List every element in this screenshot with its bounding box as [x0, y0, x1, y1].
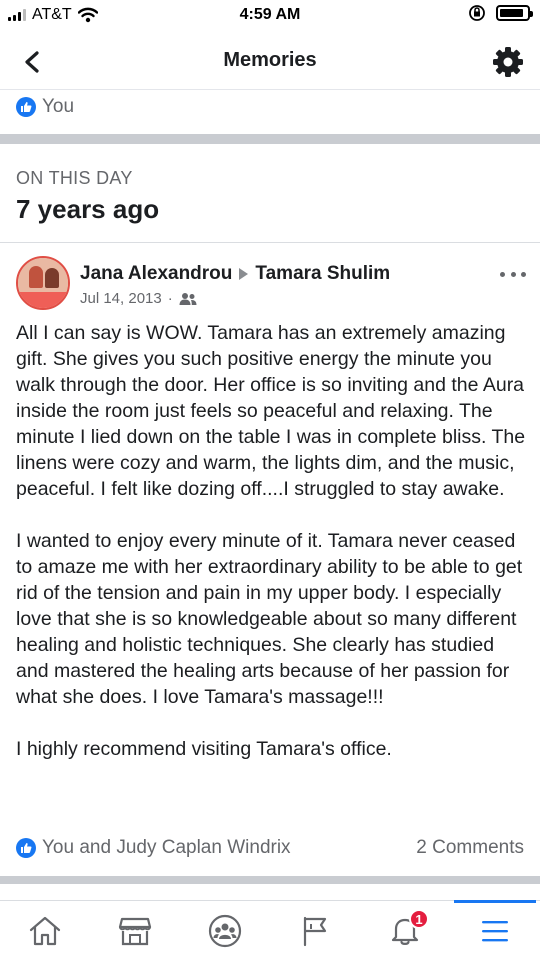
friends-icon — [179, 292, 197, 305]
years-ago-heading: 7 years ago — [16, 194, 160, 224]
more-dots-icon — [500, 271, 505, 277]
meta-separator: · — [167, 290, 173, 307]
post-author-line: Jana Alexandrou Tamara Shulim — [80, 263, 390, 285]
header: Memories — [0, 32, 540, 90]
author-name[interactable]: Jana Alexandrou — [80, 263, 232, 285]
section-divider — [0, 876, 540, 884]
tab-home[interactable] — [0, 901, 90, 960]
post-reactions-label: You and Judy Caplan Windrix — [42, 837, 291, 858]
page-title: Memories — [223, 49, 317, 71]
orientation-lock-icon — [469, 5, 485, 21]
arrow-right-icon — [239, 268, 249, 280]
battery-icon — [496, 5, 533, 21]
marketplace-icon — [118, 917, 152, 945]
settings-button[interactable] — [490, 44, 526, 80]
post-meta: Jul 14, 2013 · — [80, 290, 197, 307]
post-paragraph: I highly recommend visiting Tamara's off… — [16, 738, 392, 760]
comments-count-link[interactable]: 2 Comments — [416, 837, 524, 859]
more-options-button[interactable] — [500, 264, 526, 284]
tab-groups[interactable] — [180, 901, 270, 960]
tab-pages[interactable] — [270, 901, 360, 960]
tab-notifications[interactable]: 1 — [360, 901, 450, 960]
status-right — [468, 4, 533, 22]
battery-level — [500, 9, 524, 17]
post-date[interactable]: Jul 14, 2013 — [80, 290, 162, 307]
status-bar: AT&T 4:59 AM — [0, 0, 540, 32]
divider — [0, 242, 540, 243]
previous-post-reactions[interactable]: You — [16, 96, 74, 118]
menu-icon — [482, 920, 508, 941]
section-divider — [0, 134, 540, 144]
like-icon — [16, 838, 36, 858]
pages-flag-icon — [303, 916, 327, 946]
tab-marketplace[interactable] — [90, 901, 180, 960]
post-footer: You and Judy Caplan Windrix 2 Comments — [16, 834, 524, 862]
post-paragraph: All I can say is WOW. Tamara has an extr… — [16, 322, 526, 500]
post-paragraph: I wanted to enjoy every minute of it. Ta… — [16, 530, 523, 708]
tab-menu[interactable] — [450, 900, 540, 960]
status-time: 4:59 AM — [239, 6, 301, 23]
groups-icon — [208, 914, 242, 947]
gear-icon — [493, 47, 523, 77]
notification-badge: 1 — [409, 909, 429, 929]
bottom-tab-bar: 1 — [0, 900, 540, 960]
recipient-name[interactable]: Tamara Shulim — [255, 263, 390, 285]
post-reactions[interactable]: You and Judy Caplan Windrix — [16, 837, 291, 859]
like-icon — [16, 97, 36, 117]
author-avatar[interactable] — [16, 256, 70, 310]
on-this-day-label: ON THIS DAY — [16, 168, 133, 188]
post-body: All I can say is WOW. Tamara has an extr… — [16, 320, 530, 762]
previous-post-reactions-label: You — [42, 96, 75, 117]
home-icon — [29, 916, 61, 945]
